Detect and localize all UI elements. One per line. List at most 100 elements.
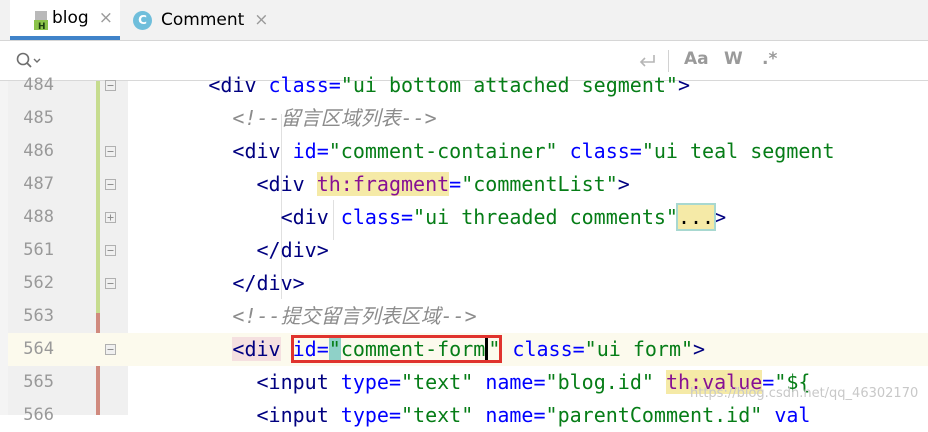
code-text: <!--提交留言列表区域-->: [112, 300, 477, 333]
code-token: <div: [232, 139, 293, 163]
code-token: class=: [569, 139, 642, 163]
code-text: <!--留言区域列表-->: [112, 102, 436, 135]
code-token: type=: [340, 370, 402, 394]
code-token: "blog.id": [545, 370, 654, 394]
code-token: <input: [256, 370, 341, 394]
code-text: <div class="ui threaded comments"...>: [112, 201, 726, 234]
code-token: id=: [292, 337, 329, 361]
tab-blog[interactable]: H blog ×: [10, 0, 120, 40]
code-token: <input: [256, 403, 341, 427]
code-token: name=: [485, 370, 546, 394]
code-text: </div>: [112, 267, 305, 300]
code-token: th:fragment: [316, 172, 450, 196]
line-number: 563: [23, 306, 54, 326]
line-number: 485: [23, 108, 54, 128]
code-line[interactable]: 487 <div th:fragment="commentList">: [0, 168, 928, 201]
watermark: https://blog.csdn.net/qq_46302170: [690, 386, 919, 401]
code-token: >: [617, 172, 630, 196]
line-number: 488: [23, 207, 54, 227]
whole-words-icon[interactable]: W: [724, 49, 743, 69]
code-token: <div: [256, 172, 317, 196]
code-text: </div>: [112, 234, 329, 267]
code-token: class=: [340, 205, 414, 229]
line-number: 564: [23, 339, 54, 359]
code-line[interactable]: 563 <!--提交留言列表区域-->: [0, 300, 928, 333]
line-number: 561: [23, 240, 54, 260]
code-token: >: [693, 337, 706, 361]
code-line[interactable]: 486 <div id="comment-container" class="u…: [0, 135, 928, 168]
html-file-icon: H: [34, 11, 48, 30]
code-line[interactable]: 561 </div>: [0, 234, 928, 267]
code-token: ": [488, 337, 501, 361]
line-number: 562: [23, 273, 54, 293]
line-number: 487: [23, 174, 54, 194]
code-token: "ui threaded comments": [413, 205, 678, 229]
code-token: "text": [401, 370, 474, 394]
line-number: 565: [23, 372, 54, 392]
close-icon[interactable]: ×: [99, 8, 113, 28]
code-text: <div id="comment-form " class="ui form">: [112, 333, 705, 366]
code-token: <!--提交留言列表区域-->: [232, 304, 477, 328]
class-c-icon: C: [133, 10, 152, 30]
code-token: val: [774, 403, 811, 427]
code-token: "parentComment.id": [545, 403, 763, 427]
code-token: class=: [512, 337, 585, 361]
code-line[interactable]: 562 </div>: [0, 267, 928, 300]
match-case-icon[interactable]: Aa: [684, 49, 709, 69]
code-text: <div th:fragment="commentList">: [112, 168, 630, 201]
svg-text:H: H: [38, 22, 46, 30]
code-token: class=: [268, 73, 341, 97]
code-token: <div: [280, 205, 341, 229]
code-token: </div>: [232, 271, 305, 295]
close-icon[interactable]: ×: [254, 10, 268, 30]
code-token: "ui teal segment: [641, 139, 835, 163]
code-token: >: [714, 205, 727, 229]
code-token: type=: [340, 403, 402, 427]
code-line[interactable]: 488 <div class="ui threaded comments"...…: [0, 201, 928, 234]
regex-icon[interactable]: .*: [762, 49, 777, 69]
code-token: "text": [401, 403, 474, 427]
code-token: ": [328, 337, 341, 361]
editor-tab-bar: H blog × C Comment ×: [0, 0, 928, 41]
code-token: "comment-container": [328, 139, 558, 163]
code-line[interactable]: 484 <div class="ui bottom attached segme…: [0, 69, 928, 102]
code-token: =: [449, 172, 462, 196]
code-token: <div: [232, 337, 281, 361]
code-text: <input type="text" name="parentComment.i…: [112, 399, 811, 432]
code-text: <div id="comment-container" class="ui te…: [112, 135, 835, 168]
code-token: id=: [292, 139, 329, 163]
code-token: "commentList": [461, 172, 618, 196]
new-line-icon[interactable]: [638, 53, 658, 69]
code-token: </div>: [256, 238, 329, 262]
line-number: 566: [23, 405, 54, 425]
search-icon[interactable]: [16, 52, 42, 70]
code-token: "ui bottom attached segment": [340, 73, 678, 97]
tab-label: blog: [52, 8, 89, 28]
code-line[interactable]: 564 <div id="comment-form " class="ui for…: [0, 333, 928, 366]
code-token: ...: [675, 203, 717, 231]
code-line[interactable]: 485 <!--留言区域列表-->: [0, 102, 928, 135]
code-token: comment-form: [340, 337, 486, 361]
code-line[interactable]: 566 <input type="text" name="parentComme…: [0, 399, 928, 432]
code-text: <div class="ui bottom attached segment">: [112, 69, 690, 102]
tab-comment[interactable]: C Comment ×: [133, 0, 273, 40]
code-token: <div: [208, 73, 269, 97]
highlight-box: id="comment-form ": [290, 335, 503, 363]
tab-label: Comment: [161, 10, 245, 30]
